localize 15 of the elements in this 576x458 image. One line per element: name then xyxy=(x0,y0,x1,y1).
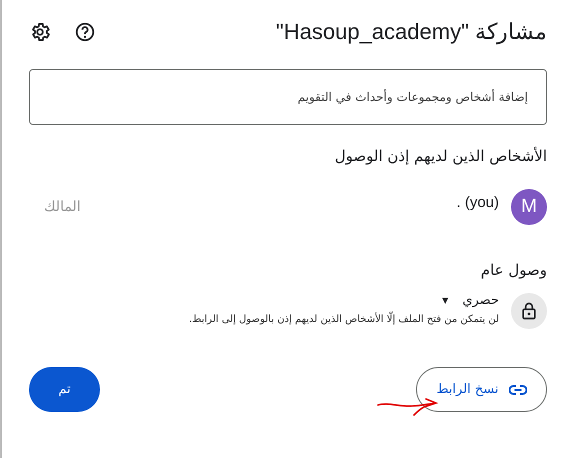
copy-link-button[interactable]: نسخ الرابط xyxy=(416,367,547,412)
dialog-title: مشاركة "Hasoup_academy" xyxy=(276,19,547,45)
section-heading: الأشخاص الذين لديهم إذن الوصول xyxy=(334,147,547,165)
help-icon[interactable] xyxy=(74,21,96,43)
done-button[interactable]: تم xyxy=(29,367,100,412)
lock-icon xyxy=(511,293,547,329)
add-people-field[interactable]: إضافة أشخاص ومجموعات وأحداث في التقويم xyxy=(29,69,547,125)
link-icon xyxy=(508,384,527,394)
access-dropdown[interactable]: حصري ▼ xyxy=(442,293,499,308)
settings-icon[interactable] xyxy=(29,21,51,43)
annotation-arrow xyxy=(376,397,440,419)
section-heading: وصول عام xyxy=(480,261,547,279)
role-label: المالك xyxy=(43,199,81,215)
person-name: . (you) xyxy=(456,194,499,210)
avatar: M xyxy=(511,189,547,225)
